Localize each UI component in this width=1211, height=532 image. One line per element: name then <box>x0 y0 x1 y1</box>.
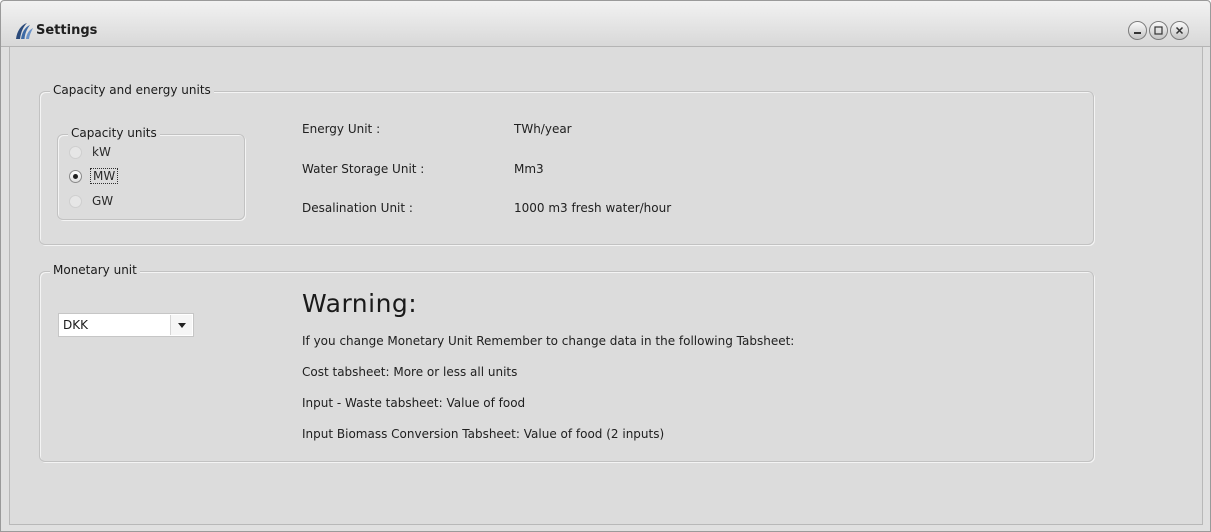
title-bar[interactable]: Settings <box>1 1 1210 47</box>
radio-circle-selected[interactable] <box>69 169 82 183</box>
warning-line: Cost tabsheet: More or less all units <box>302 365 518 379</box>
maximize-button[interactable] <box>1149 21 1168 40</box>
radio-circle[interactable] <box>69 194 82 208</box>
settings-content: Capacity and energy units Capacity units… <box>9 47 1203 525</box>
energy-unit-value: TWh/year <box>514 122 572 136</box>
close-icon <box>1175 26 1184 35</box>
fan-logo-icon <box>16 23 33 39</box>
currency-value: DKK <box>63 318 88 332</box>
dropdown-button[interactable] <box>170 315 192 335</box>
radio-gw[interactable]: GW <box>69 192 115 210</box>
warning-line: If you change Monetary Unit Remember to … <box>302 334 795 348</box>
maximize-icon <box>1154 26 1163 35</box>
warning-title: Warning: <box>302 289 418 318</box>
capacity-energy-units-group: Capacity and energy units Capacity units… <box>39 83 1094 245</box>
radio-label: GW <box>92 194 114 208</box>
group-title-capacity: Capacity units <box>68 126 160 140</box>
radio-label: kW <box>92 145 111 159</box>
desalination-unit-label: Desalination Unit : <box>302 201 413 215</box>
monetary-unit-group: Monetary unit DKK Warning: If you change… <box>39 263 1094 462</box>
desalination-unit-value: 1000 m3 fresh water/hour <box>514 201 672 215</box>
radio-mw[interactable]: MW <box>69 167 119 185</box>
radio-label: MW <box>90 168 119 184</box>
capacity-units-group: Capacity units kW MW GW <box>57 126 245 220</box>
radio-kw[interactable]: kW <box>69 143 113 161</box>
settings-window: Settings Capacity and energy units Capac… <box>0 0 1211 532</box>
radio-circle[interactable] <box>69 145 82 159</box>
energy-unit-label: Energy Unit : <box>302 122 381 136</box>
minimize-button[interactable] <box>1128 21 1147 40</box>
group-title-monetary: Monetary unit <box>50 263 140 277</box>
chevron-down-icon <box>177 322 186 328</box>
warning-line: Input Biomass Conversion Tabsheet: Value… <box>302 427 665 441</box>
group-title-units: Capacity and energy units <box>50 83 214 97</box>
water-storage-unit-label: Water Storage Unit : <box>302 162 425 176</box>
water-storage-unit-value: Mm3 <box>514 162 544 176</box>
close-button[interactable] <box>1170 21 1189 40</box>
currency-dropdown[interactable]: DKK <box>58 313 194 337</box>
minimize-icon <box>1134 32 1141 34</box>
warning-line: Input - Waste tabsheet: Value of food <box>302 396 526 410</box>
window-title: Settings <box>36 23 98 38</box>
